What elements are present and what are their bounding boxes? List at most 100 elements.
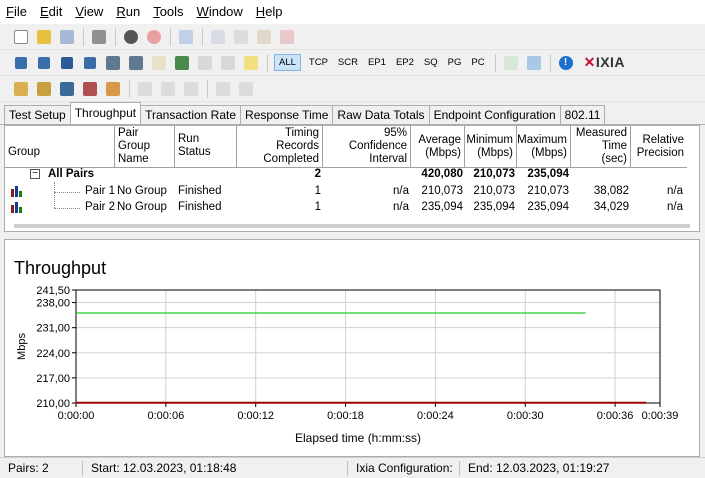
filter-icon[interactable]: [58, 80, 76, 98]
filter-all[interactable]: ALL: [274, 54, 301, 71]
filter-ep1[interactable]: EP1: [366, 55, 388, 70]
y-tick-label: 241,50: [36, 285, 70, 297]
zoom-out-icon[interactable]: [237, 80, 255, 98]
pair-group-name: No Group: [117, 201, 167, 213]
endpoint-icon[interactable]: [104, 54, 122, 72]
open-folder-icon[interactable]: [35, 28, 53, 46]
filter-ep2[interactable]: EP2: [394, 55, 416, 70]
run-status: Finished: [178, 185, 222, 197]
column-header-pair-group-name[interactable]: Pair Group Name: [115, 126, 175, 168]
column-header-minimum[interactable]: Minimum (Mbps): [465, 126, 517, 168]
collapse-icon[interactable]: [159, 80, 177, 98]
column-header-average[interactable]: Average (Mbps): [411, 126, 465, 168]
results-grid: Group Pair Group Name Run Status Timing …: [4, 125, 700, 339]
new-file-icon[interactable]: [12, 28, 30, 46]
measured-time: 34,029: [593, 201, 629, 213]
menu-help[interactable]: Help: [250, 0, 290, 24]
collapse-toggle[interactable]: −: [30, 169, 40, 179]
toolbar-separator: [202, 27, 203, 46]
ixia-logo: ✕IXIA: [583, 54, 626, 70]
report-icon[interactable]: [502, 54, 520, 72]
edit-script-icon[interactable]: [150, 54, 168, 72]
tab-test-setup[interactable]: Test Setup: [4, 105, 71, 124]
filter-scr[interactable]: SCR: [336, 55, 360, 70]
add-pair-icon[interactable]: [58, 54, 76, 72]
tab-raw-data-totals[interactable]: Raw Data Totals: [332, 105, 430, 124]
toolbar-main: [0, 24, 705, 50]
filter-tcp[interactable]: TCP: [307, 55, 330, 70]
confidence-interval: n/a: [393, 185, 409, 197]
menu-view[interactable]: View: [69, 0, 110, 24]
hierarchy-icon[interactable]: [81, 80, 99, 98]
toolbar-separator: [267, 53, 268, 72]
window-icon[interactable]: [525, 54, 543, 72]
status-end: End: 12.03.2023, 01:19:27: [468, 460, 610, 475]
filter-sq[interactable]: SQ: [422, 55, 440, 70]
horizontal-scrollbar[interactable]: [14, 224, 690, 228]
paste-icon[interactable]: [255, 28, 273, 46]
menu-edit[interactable]: Edit: [34, 0, 69, 24]
menu-window[interactable]: Window: [191, 0, 250, 24]
timing-records: 1: [314, 201, 321, 213]
tab-endpoint-configuration[interactable]: Endpoint Configuration: [428, 105, 561, 124]
group-icon[interactable]: [12, 80, 30, 98]
tools-icon[interactable]: [196, 54, 214, 72]
run-icon[interactable]: [122, 28, 140, 46]
sort-icon[interactable]: [35, 80, 53, 98]
column-header-maximum[interactable]: Maximum (Mbps): [517, 126, 571, 168]
status-pairs: Pairs: 2: [0, 460, 83, 476]
menu-run[interactable]: Run: [110, 0, 147, 24]
run-status: Finished: [178, 201, 222, 213]
average: 210,073: [421, 185, 463, 197]
save-icon[interactable]: [58, 28, 76, 46]
column-header-confidence-interval[interactable]: 95% Confidence Interval: [323, 126, 411, 168]
palette-icon[interactable]: [104, 80, 122, 98]
select-icon[interactable]: [182, 80, 200, 98]
column-header-timing-records[interactable]: Timing Records Completed: [237, 126, 323, 168]
throughput-chart: Throughput 241,50238,00 231,00 224,00 217,00…: [14, 258, 679, 445]
x-axis-label: Elapsed time (h:mm:ss): [295, 431, 421, 445]
print-icon[interactable]: [90, 28, 108, 46]
delete-icon[interactable]: [278, 28, 296, 46]
tab-response-time[interactable]: Response Time: [240, 105, 334, 124]
results-tabs: Test Setup Throughput Transaction Rate R…: [0, 102, 705, 125]
pair-icon[interactable]: [12, 54, 30, 72]
column-header-group[interactable]: Group: [5, 126, 115, 168]
multicast-pair-icon[interactable]: [35, 54, 53, 72]
column-header-measured-time[interactable]: Measured Time (sec): [571, 126, 631, 168]
menu-file[interactable]: File: [0, 0, 34, 24]
lookup-icon[interactable]: [219, 54, 237, 72]
toolbar-separator: [83, 27, 84, 46]
stop-icon[interactable]: [145, 28, 163, 46]
confidence-interval: n/a: [393, 201, 409, 213]
y-tick-label: 238,00: [36, 298, 70, 310]
filter-pc[interactable]: PC: [469, 55, 486, 70]
menu-tools[interactable]: Tools: [147, 0, 190, 24]
network-icon[interactable]: [81, 54, 99, 72]
cut-icon[interactable]: [209, 28, 227, 46]
all-pairs-label: All Pairs: [48, 168, 95, 180]
x-tick-label: 0:00:00: [58, 410, 95, 422]
tree-line: [54, 208, 80, 209]
status-bar: Pairs: 2 Start: 12.03.2023, 01:18:48 Ixi…: [0, 457, 705, 478]
expand-icon[interactable]: [136, 80, 154, 98]
x-tick-label: 0:00:39: [642, 410, 679, 422]
chart-title: Throughput: [14, 258, 106, 278]
sign-icon[interactable]: [173, 54, 191, 72]
info-icon[interactable]: !: [557, 54, 575, 72]
endpoint-pair-icon[interactable]: [127, 54, 145, 72]
y-tick-label: 224,00: [36, 348, 70, 360]
filter-pg[interactable]: PG: [446, 55, 464, 70]
results-icon[interactable]: [177, 28, 195, 46]
all-pairs-maximum: 235,094: [527, 168, 569, 180]
copy-icon[interactable]: [232, 28, 250, 46]
zoom-in-icon[interactable]: [214, 80, 232, 98]
tab-transaction-rate[interactable]: Transaction Rate: [140, 105, 242, 124]
pair-group-name: No Group: [117, 185, 167, 197]
column-header-relative-precision[interactable]: Relative Precision: [631, 126, 687, 168]
numbered-list-icon[interactable]: [242, 54, 260, 72]
tab-802-11[interactable]: 802.11: [559, 105, 606, 124]
tab-throughput[interactable]: Throughput: [69, 102, 142, 124]
column-header-run-status[interactable]: Run Status: [175, 126, 237, 168]
y-axis-label: Mbps: [16, 333, 28, 360]
